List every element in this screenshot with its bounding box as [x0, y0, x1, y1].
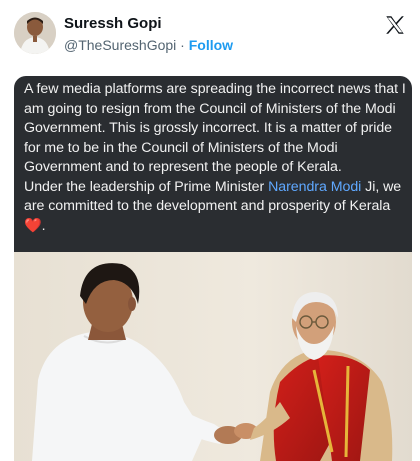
author-handle[interactable]: @TheSureshGopi — [64, 37, 176, 53]
post-text-part1: A few media platforms are spreading the … — [24, 81, 406, 175]
avatar[interactable] — [14, 12, 56, 54]
post-text: A few media platforms are spreading the … — [24, 80, 406, 236]
post-text-end: . — [41, 217, 46, 234]
follow-button[interactable]: Follow — [189, 37, 233, 53]
separator: · — [180, 37, 185, 53]
x-logo-icon[interactable] — [384, 14, 406, 36]
post-photo[interactable] — [14, 252, 412, 461]
red-heart-icon: ❤️ — [24, 217, 42, 234]
mention-link[interactable]: Narendra Modi — [268, 179, 361, 195]
tweet-header: Suressh Gopi @TheSureshGopi · Follow — [0, 0, 420, 70]
author-name[interactable]: Suressh Gopi — [64, 15, 162, 32]
author-handle-row: @TheSureshGopi · Follow — [64, 37, 233, 53]
post-text-panel: A few media platforms are spreading the … — [14, 76, 412, 252]
tweet-media-card: A few media platforms are spreading the … — [14, 76, 412, 461]
post-text-part2: Under the leadership of Prime Minister — [24, 178, 269, 195]
